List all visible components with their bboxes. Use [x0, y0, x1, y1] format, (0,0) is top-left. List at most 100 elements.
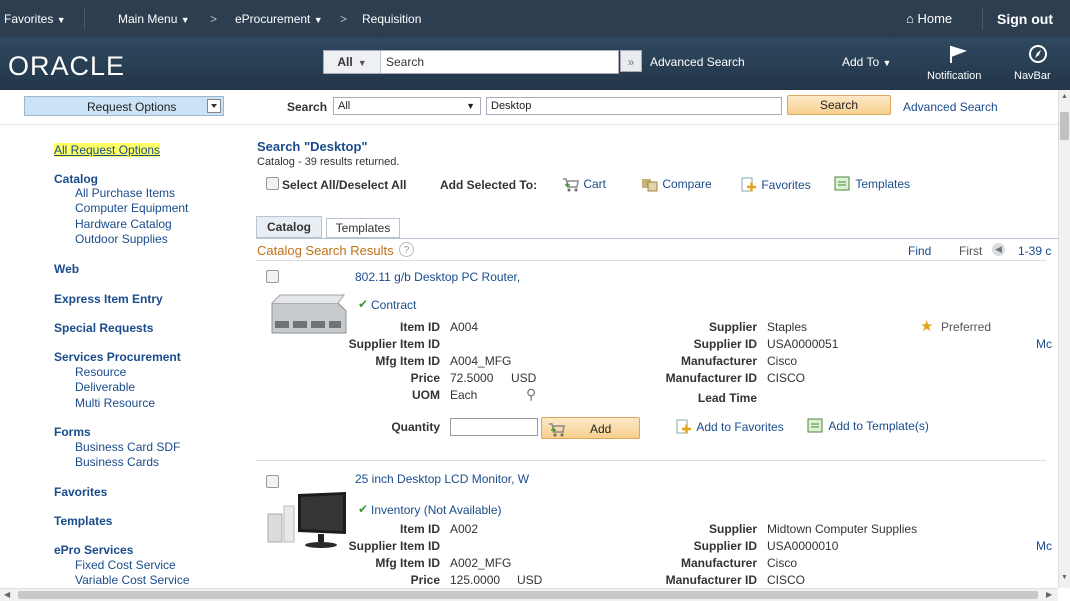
search-scope-select[interactable]: All ▼: [333, 97, 481, 115]
supplier-id-value: USA0000051: [767, 337, 839, 351]
leftnav-item[interactable]: Outdoor Supplies: [75, 232, 168, 246]
supplier-id-value: USA0000010: [767, 539, 839, 553]
horizontal-scroll-thumb[interactable]: [18, 591, 1038, 599]
price-value: 72.5000: [450, 371, 494, 385]
supplier-value: Staples: [767, 320, 808, 334]
notification-label: Notification: [927, 70, 982, 82]
tab-templates[interactable]: Templates: [326, 218, 400, 238]
leftnav-web[interactable]: Web: [54, 262, 79, 276]
lead-time-label: Lead Time: [697, 391, 757, 405]
compass-icon: [1029, 45, 1047, 63]
item-id-label: Item ID: [399, 522, 440, 536]
leftnav-catalog[interactable]: Catalog: [54, 172, 98, 186]
leftnav-item[interactable]: Fixed Cost Service: [75, 558, 176, 572]
item-select-checkbox[interactable]: [266, 475, 279, 488]
vertical-scrollbar[interactable]: ▲ ▼: [1058, 90, 1070, 588]
leftnav-item[interactable]: Resource: [75, 365, 126, 379]
search-query-input[interactable]: Desktop: [486, 97, 782, 115]
item-title-link[interactable]: 25 inch Desktop LCD Monitor, W: [355, 472, 529, 486]
add-to-cart-link[interactable]: Cart: [562, 176, 606, 192]
leftnav-forms[interactable]: Forms: [54, 425, 91, 439]
header-search-input[interactable]: Search: [386, 51, 424, 73]
check-icon: ✔: [358, 297, 369, 311]
more-link[interactable]: Mc: [1036, 337, 1052, 351]
header-advanced-search-link[interactable]: Advanced Search: [650, 55, 745, 69]
router-image: [266, 291, 348, 343]
double-chevron-icon: »: [627, 55, 635, 69]
scroll-right-arrow-icon[interactable]: ▶: [1046, 590, 1052, 599]
add-to-favorites-link[interactable]: Add to Favorites: [675, 418, 784, 436]
leftnav-services-procurement[interactable]: Services Procurement: [54, 350, 181, 364]
add-to-templates-link[interactable]: Add to Template(s): [807, 418, 929, 434]
add-button-label: Add: [590, 422, 612, 436]
sign-out-link[interactable]: Sign out: [997, 11, 1053, 27]
leftnav-templates[interactable]: Templates: [54, 514, 112, 528]
leftnav-item[interactable]: Business Cards: [75, 455, 159, 469]
compare-link[interactable]: Compare: [641, 176, 712, 192]
favorites-menu[interactable]: Favorites ▼: [4, 12, 66, 26]
add-button[interactable]: Add: [541, 417, 640, 439]
quantity-input[interactable]: [450, 418, 538, 436]
monitor-image: [264, 490, 350, 552]
manufacturer-label: Manufacturer: [680, 354, 757, 368]
leftnav-favorites[interactable]: Favorites: [54, 485, 107, 499]
item-select-checkbox[interactable]: [266, 270, 279, 283]
mfg-item-id-label: Mfg Item ID: [375, 354, 440, 368]
home-icon: ⌂: [906, 11, 914, 26]
request-options-select[interactable]: Request Options: [24, 96, 224, 116]
search-button[interactable]: Search: [787, 95, 891, 115]
header-search-scope-select[interactable]: All ▼: [324, 51, 381, 73]
breadcrumb-chevron-icon: >: [210, 12, 218, 26]
nav-separator: [982, 8, 983, 30]
select-all-checkbox[interactable]: [266, 177, 279, 190]
leftnav-express-item-entry[interactable]: Express Item Entry: [54, 292, 163, 306]
row-divider: [256, 260, 1046, 261]
leftnav-item[interactable]: Deliverable: [75, 380, 135, 394]
search-label: Search: [287, 100, 328, 114]
previous-page-icon[interactable]: ◀: [992, 243, 1005, 256]
navbar-button[interactable]: NavBar: [1010, 42, 1066, 86]
leftnav-item[interactable]: Computer Equipment: [75, 201, 188, 215]
vertical-scroll-thumb[interactable]: [1060, 112, 1069, 140]
supplier-value: Midtown Computer Supplies: [767, 522, 918, 536]
supplier-label: Supplier: [708, 522, 757, 536]
leftnav-item[interactable]: All Purchase Items: [75, 186, 175, 200]
horizontal-scrollbar[interactable]: ◀ ▶: [0, 588, 1058, 601]
breadcrumb-requisition[interactable]: Requisition: [362, 12, 421, 26]
more-link[interactable]: Mc: [1036, 539, 1052, 553]
main-menu[interactable]: Main Menu ▼: [118, 12, 190, 26]
find-link[interactable]: Find: [908, 244, 931, 258]
templates-link[interactable]: Templates: [834, 176, 910, 192]
item-id-value: A002: [450, 522, 479, 536]
item-title-link[interactable]: 802.11 g/b Desktop PC Router,: [355, 270, 520, 284]
request-options-label: Request Options: [87, 100, 177, 114]
help-icon[interactable]: ?: [399, 242, 414, 257]
home-link[interactable]: ⌂ Home: [906, 11, 952, 26]
leftnav-item[interactable]: Hardware Catalog: [75, 217, 172, 231]
caret-down-icon: ▼: [56, 15, 66, 25]
leftnav-epro-services[interactable]: ePro Services: [54, 543, 133, 557]
star-icon: ★: [920, 318, 934, 335]
page-range: 1-39 c: [1018, 244, 1052, 258]
leftnav-special-requests[interactable]: Special Requests: [54, 321, 153, 335]
leftnav-item[interactable]: Multi Resource: [75, 396, 155, 410]
favorites-link[interactable]: Favorites: [740, 176, 811, 194]
header-search-go-button[interactable]: »: [620, 50, 642, 72]
breadcrumb-eprocurement[interactable]: eProcurement ▼: [235, 12, 323, 26]
scroll-left-arrow-icon[interactable]: ◀: [4, 590, 10, 599]
mfg-item-id-value: A004_MFG: [450, 354, 512, 368]
compare-icon: [642, 179, 658, 192]
tab-catalog[interactable]: Catalog: [256, 216, 322, 238]
all-request-options-link[interactable]: All Request Options: [54, 143, 161, 157]
leftnav-item[interactable]: Business Card SDF: [75, 440, 180, 454]
notification-button[interactable]: Notification: [925, 42, 989, 86]
scroll-down-arrow-icon[interactable]: ▼: [1061, 574, 1068, 581]
quantity-label: Quantity: [391, 420, 440, 434]
leftnav-item[interactable]: Variable Cost Service: [75, 573, 190, 587]
magnifier-icon[interactable]: ⚲: [526, 386, 536, 403]
add-to-menu[interactable]: Add To ▼: [842, 55, 891, 69]
item-status: Contract: [371, 298, 417, 312]
scroll-up-arrow-icon[interactable]: ▲: [1061, 93, 1068, 100]
advanced-search-link[interactable]: Advanced Search: [903, 100, 998, 114]
currency-value: USD: [517, 573, 543, 587]
